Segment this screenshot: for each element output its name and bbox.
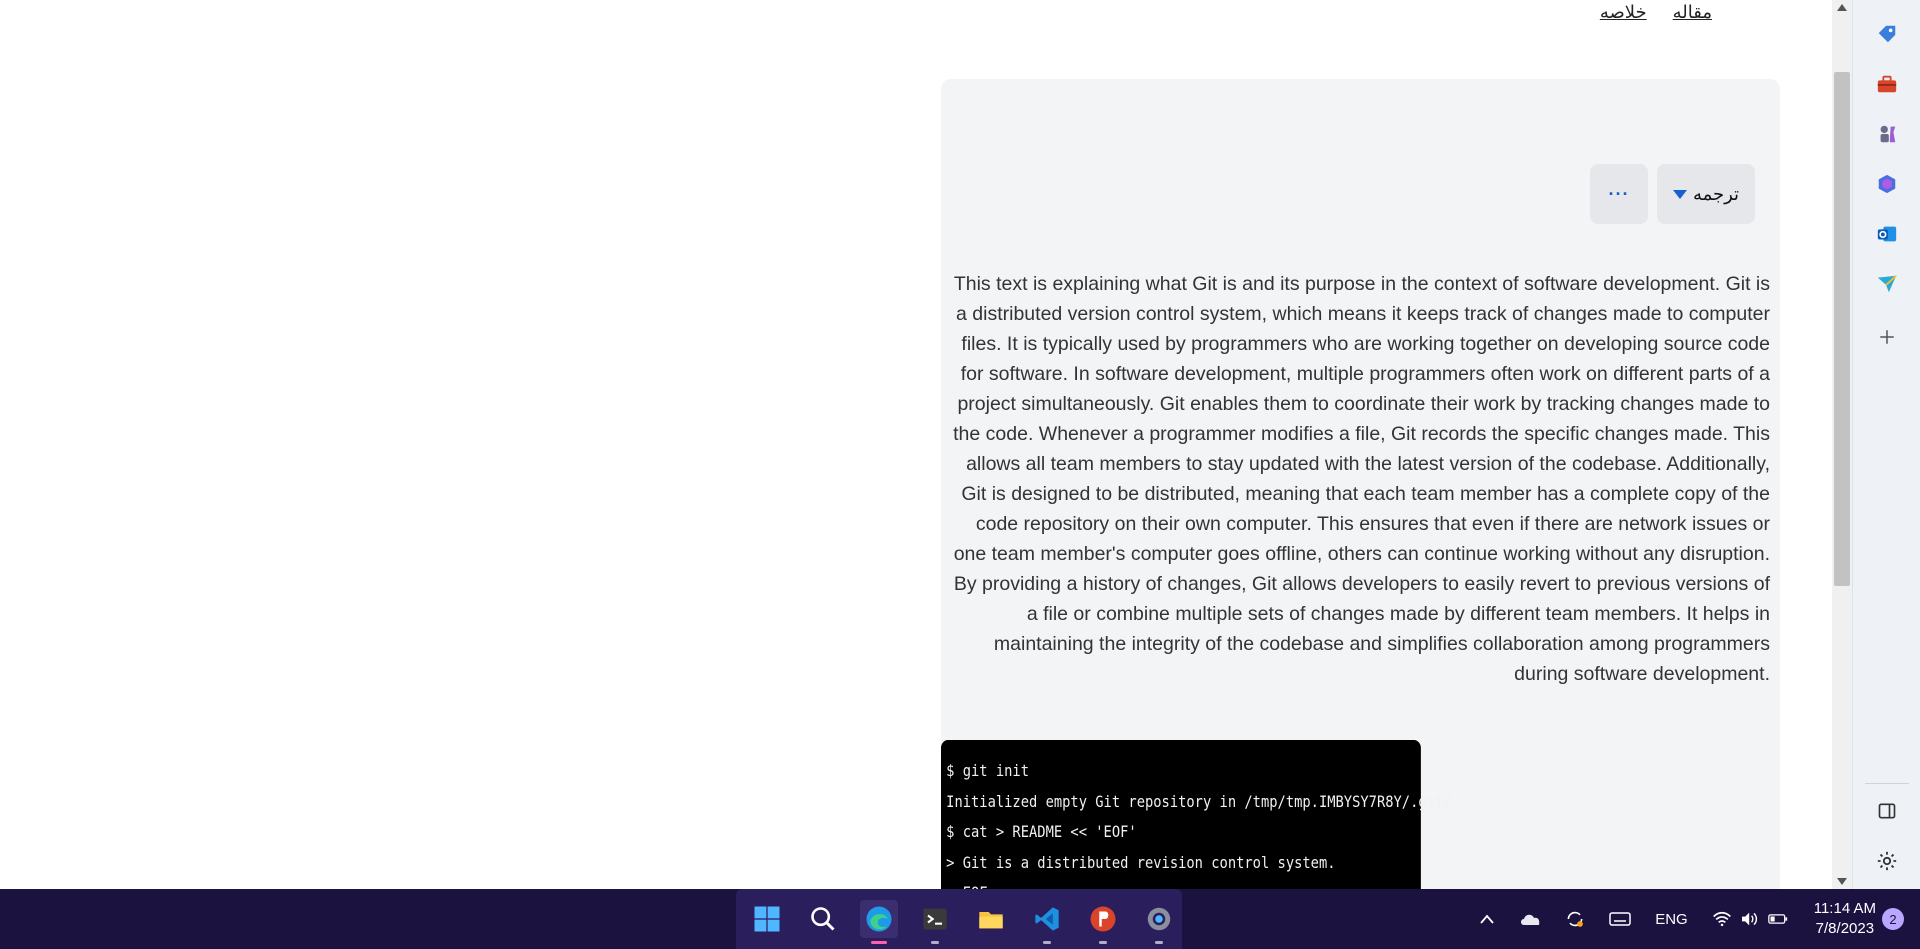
- summary-link[interactable]: خلاصه: [1600, 0, 1647, 26]
- taskbar-apps: [736, 889, 1182, 949]
- article-link[interactable]: مقاله: [1673, 0, 1712, 26]
- add-icon[interactable]: [1875, 325, 1899, 349]
- terminal-icon[interactable]: [916, 900, 954, 944]
- translate-button[interactable]: ترجمه: [1657, 164, 1755, 224]
- scroll-up-icon[interactable]: [1837, 4, 1847, 11]
- scroll-thumb[interactable]: [1834, 72, 1850, 586]
- terminal-line: $ git init: [946, 761, 1030, 780]
- clock[interactable]: 11:14 AM 7/8/2023: [1814, 899, 1876, 939]
- chess-icon[interactable]: [1875, 122, 1899, 146]
- terminal-block: $ git init Initialized empty Git reposit…: [941, 740, 1452, 889]
- search-icon[interactable]: [804, 900, 842, 938]
- more-icon: ···: [1608, 183, 1630, 204]
- page-scrollbar[interactable]: [1832, 0, 1852, 889]
- sync-icon[interactable]: [1565, 909, 1585, 929]
- scroll-down-icon[interactable]: [1837, 878, 1847, 885]
- vscode-icon[interactable]: [1028, 900, 1066, 944]
- translate-label: ترجمه: [1692, 183, 1740, 204]
- tag-icon[interactable]: [1875, 22, 1899, 46]
- terminal-line: > EOF: [946, 878, 1416, 889]
- terminal-line: Initialized empty Git repository in /tmp…: [946, 791, 1452, 811]
- running-indicator: [931, 941, 939, 944]
- battery-icon[interactable]: [1767, 912, 1788, 926]
- terminal-line: > Git is a distributed revision control …: [946, 852, 1336, 872]
- keyboard-icon[interactable]: [1609, 911, 1631, 927]
- edge-icon[interactable]: [860, 900, 898, 944]
- more-options-button[interactable]: ···: [1590, 164, 1648, 224]
- taskbar: ENG 11:14 AM 7/8/2023 2: [0, 889, 1920, 949]
- system-tray: ENG 11:14 AM 7/8/2023 2: [1467, 889, 1920, 949]
- send-icon[interactable]: [1875, 272, 1899, 296]
- terminal-line: $ cat > README << 'EOF': [946, 822, 1137, 841]
- outlook-icon[interactable]: [1875, 222, 1899, 246]
- file-explorer-icon[interactable]: [972, 900, 1010, 938]
- language-indicator[interactable]: ENG: [1655, 911, 1688, 928]
- chevron-up-icon[interactable]: [1479, 913, 1495, 925]
- top-links: مقاله خلاصه: [1600, 0, 1712, 26]
- summary-text: This text is explaining what Git is and …: [953, 273, 1770, 685]
- copilot-icon[interactable]: [1875, 172, 1899, 196]
- running-indicator: [1043, 941, 1051, 944]
- onedrive-icon[interactable]: [1519, 912, 1541, 926]
- sidebar-panel-icon[interactable]: [1875, 799, 1899, 823]
- volume-icon[interactable]: [1740, 911, 1760, 927]
- sidebar-divider: [1865, 783, 1909, 784]
- notification-badge[interactable]: 2: [1882, 908, 1904, 930]
- wifi-icon[interactable]: [1712, 911, 1732, 927]
- active-indicator: [871, 941, 887, 944]
- edge-sidebar: [1852, 0, 1920, 889]
- browser-viewport: مقاله خلاصه ترجمه ··· This text is expla…: [0, 0, 1832, 889]
- gear-icon[interactable]: [1875, 849, 1899, 873]
- caret-down-icon: [1672, 189, 1687, 199]
- running-indicator: [1099, 941, 1107, 944]
- running-indicator: [1155, 941, 1163, 944]
- windows-start-icon[interactable]: [748, 900, 786, 938]
- toolbox-icon[interactable]: [1875, 72, 1899, 96]
- clock-time: 11:14 AM: [1813, 900, 1876, 917]
- psiphon-icon[interactable]: [1084, 900, 1122, 944]
- clock-date: 7/8/2023: [1815, 920, 1875, 937]
- settings-icon[interactable]: [1140, 900, 1178, 944]
